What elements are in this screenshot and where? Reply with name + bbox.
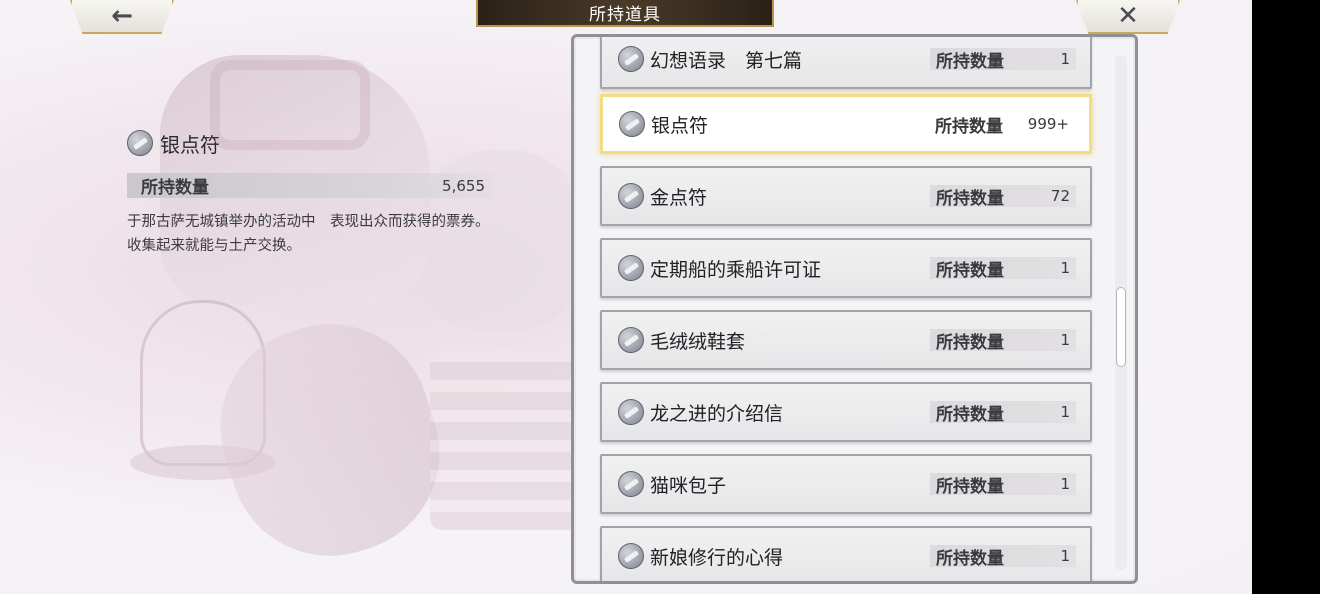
ticket-coin-icon <box>618 471 644 497</box>
back-arrow-icon: ← <box>111 1 133 31</box>
list-item-quantity: 所持数量 1 <box>930 48 1076 72</box>
item-detail-header: 银点符 <box>127 128 497 158</box>
quantity-label: 所持数量 <box>936 260 1004 281</box>
ticket-coin-icon <box>618 255 644 281</box>
quantity-label: 所持数量 <box>936 548 1004 569</box>
list-item-quantity: 所持数量 1 <box>930 329 1076 353</box>
list-item-quantity: 所持数量 1 <box>930 257 1076 281</box>
background-books-art <box>430 350 580 530</box>
list-item[interactable]: 新娘修行的心得 所持数量 1 <box>600 526 1092 581</box>
quantity-value: 1 <box>1060 547 1070 565</box>
list-item-name: 龙之进的介绍信 <box>650 402 784 425</box>
list-item-quantity: 所持数量 1 <box>930 401 1076 425</box>
inventory-screen: ← 所持道具 ✕ 银点符 所持数量 5,655 于那古萨无城镇举办的活动中 表现… <box>0 0 1252 594</box>
quantity-value: 1 <box>1060 50 1070 68</box>
page-title: 所持道具 <box>476 0 774 27</box>
list-item-quantity: 所持数量 1 <box>930 473 1076 497</box>
list-item-name: 银点符 <box>651 114 709 137</box>
ticket-coin-icon <box>619 111 645 137</box>
quantity-label: 所持数量 <box>936 332 1004 353</box>
back-button[interactable]: ← <box>70 0 174 34</box>
ticket-coin-icon <box>618 183 644 209</box>
ticket-coin-icon <box>618 543 644 569</box>
list-item[interactable]: 银点符 所持数量 999+ <box>600 94 1092 154</box>
list-item[interactable]: 毛绒绒鞋套 所持数量 1 <box>600 310 1092 370</box>
quantity-value: 999+ <box>1027 115 1069 133</box>
quantity-value: 5,655 <box>442 176 485 195</box>
close-button[interactable]: ✕ <box>1076 0 1180 34</box>
list-item-quantity: 所持数量 72 <box>930 185 1076 209</box>
list-item[interactable]: 幻想语录 第七篇 所持数量 1 <box>600 37 1092 89</box>
list-item[interactable]: 猫咪包子 所持数量 1 <box>600 454 1092 514</box>
quantity-label: 所持数量 <box>936 188 1004 209</box>
list-item-name: 幻想语录 第七篇 <box>650 49 803 72</box>
list-item[interactable]: 定期船的乘船许可证 所持数量 1 <box>600 238 1092 298</box>
list-item-name: 猫咪包子 <box>650 474 727 497</box>
list-item-name: 金点符 <box>650 186 708 209</box>
scrollbar-thumb[interactable] <box>1116 287 1126 367</box>
list-item-quantity: 所持数量 999+ <box>929 113 1075 137</box>
quantity-label: 所持数量 <box>141 178 209 198</box>
quantity-value: 1 <box>1060 475 1070 493</box>
quantity-value: 72 <box>1050 187 1070 205</box>
close-icon: ✕ <box>1117 1 1139 31</box>
ticket-coin-icon <box>127 130 153 156</box>
quantity-value: 1 <box>1060 259 1070 277</box>
quantity-label: 所持数量 <box>936 404 1004 425</box>
quantity-label: 所持数量 <box>936 476 1004 497</box>
ticket-coin-icon <box>618 46 644 72</box>
item-description: 于那古萨无城镇举办的活动中 表现出众而获得的票券。收集起来就能与土产交换。 <box>127 214 490 254</box>
item-detail-name: 银点符 <box>160 132 220 157</box>
list-item-name: 定期船的乘船许可证 <box>650 258 822 281</box>
quantity-label: 所持数量 <box>935 116 1003 137</box>
list-item-name: 新娘修行的心得 <box>650 546 784 569</box>
list-item-name: 毛绒绒鞋套 <box>650 330 746 353</box>
item-detail-panel: 银点符 所持数量 5,655 于那古萨无城镇举办的活动中 表现出众而获得的票券。… <box>127 128 497 258</box>
list-item[interactable]: 龙之进的介绍信 所持数量 1 <box>600 382 1092 442</box>
list-item[interactable]: 金点符 所持数量 72 <box>600 166 1092 226</box>
list-scrollbar[interactable] <box>1115 55 1127 570</box>
list-item-quantity: 所持数量 1 <box>930 545 1076 569</box>
ticket-coin-icon <box>618 327 644 353</box>
quantity-label: 所持数量 <box>936 51 1004 72</box>
quantity-value: 1 <box>1060 331 1070 349</box>
ticket-coin-icon <box>618 399 644 425</box>
item-list-panel: 幻想语录 第七篇 所持数量 1 银点符 所持数量 999+ 金点符 所持数量 72 定期船的乘船许… <box>571 34 1138 584</box>
quantity-value: 1 <box>1060 403 1070 421</box>
item-detail-quantity: 所持数量 5,655 <box>127 173 493 198</box>
